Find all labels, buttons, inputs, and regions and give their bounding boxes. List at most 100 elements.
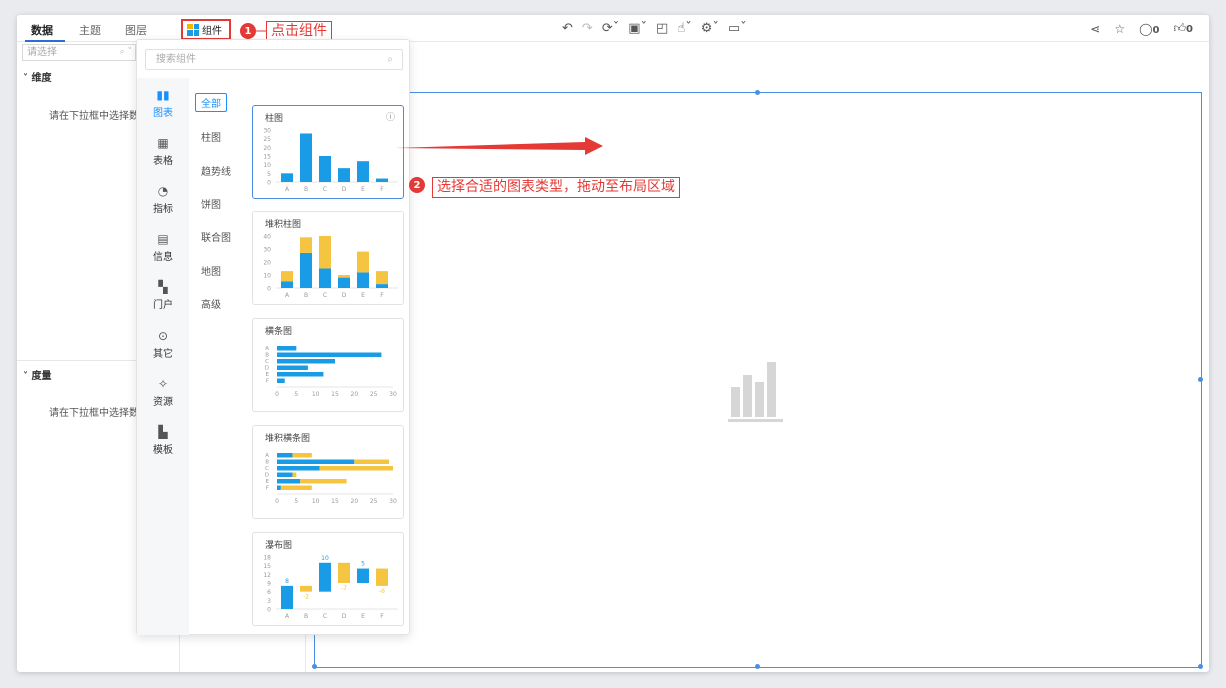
redo-icon[interactable]: ↷: [582, 21, 593, 36]
subcategory-combo[interactable]: 联合图: [201, 229, 231, 244]
undo-icon[interactable]: ↶: [562, 21, 573, 36]
x-tick-label: B: [304, 613, 308, 620]
stacked-bar-segment: [300, 252, 312, 288]
waterfall-bar: [319, 562, 331, 592]
subcategory-map[interactable]: 地图: [201, 263, 221, 278]
stacked-bar-segment: [319, 268, 331, 288]
hbar: [277, 378, 285, 383]
chart-card-waterfall[interactable]: 18 15 12 9 6 3 0 A B C D E F 8 -2 10 -7 5 -6 瀑布图: [252, 532, 404, 626]
info-icon[interactable]: ⓘ: [386, 110, 395, 123]
y-tick-label: 30: [263, 247, 271, 254]
comment-button[interactable]: ◯0: [1139, 22, 1159, 36]
settings-icon[interactable]: ⚙ˇ: [701, 21, 719, 36]
like-count: 0: [1186, 24, 1193, 35]
stacked-hbar-segment: [292, 472, 297, 477]
placeholder-chart-base: [728, 419, 783, 422]
y-tick-label: 5: [267, 171, 271, 178]
hbar: [277, 352, 382, 357]
category-portal[interactable]: ▚ 门户: [137, 280, 189, 311]
resize-handle-bottom[interactable]: [755, 664, 760, 669]
waterfall-bar: [281, 585, 293, 609]
category-label: 表格: [153, 156, 173, 167]
data-label: 8: [285, 578, 289, 585]
preview-icon[interactable]: ◰: [656, 21, 668, 36]
y-tick-label: 12: [263, 572, 271, 579]
category-label: 信息: [153, 252, 173, 263]
subcategory-bar[interactable]: 柱图: [201, 129, 221, 144]
star-icon[interactable]: ☆: [1114, 22, 1125, 36]
resize-handle-bottom-left[interactable]: [312, 664, 317, 669]
stacked-bar-segment: [338, 277, 350, 288]
resize-handle-corner[interactable]: [1198, 664, 1203, 669]
data-label: 10: [321, 555, 329, 562]
monitor-icon[interactable]: ▭ˇ: [728, 21, 747, 36]
like-button[interactable]: 👍︎0: [1173, 21, 1193, 36]
x-tick-label: E: [361, 613, 365, 620]
stacked-bar-segment: [300, 237, 312, 253]
card-title: 柱图: [265, 114, 284, 124]
x-tick-label: 5: [294, 498, 298, 505]
chart-card-stacked-bar[interactable]: 40 30 20 10 0 A B C D E F 堆积柱图: [252, 211, 404, 305]
annotation-callout-2: 选择合适的图表类型，拖动至布局区域: [432, 177, 680, 198]
stacked-bar-segment: [357, 272, 369, 288]
category-info[interactable]: ▤ 信息: [137, 232, 189, 263]
x-tick-label: A: [285, 186, 290, 193]
component-button[interactable]: 组件: [181, 19, 231, 40]
template-icon: ▙: [158, 425, 168, 439]
tab-data[interactable]: 数据: [31, 22, 53, 38]
y-tick-label: 3: [267, 598, 271, 605]
component-search-input[interactable]: 搜索组件 ⌕: [145, 49, 403, 70]
waterfall-bar: [357, 568, 369, 583]
dimension-title[interactable]: ˅ 维度: [23, 69, 51, 84]
category-column: ▮▮ 图表 ▦ 表格 ◔ 指标 ▤ 信息 ▚ 门户 ⊙ 其它 ✧ 资源 ▙ 模板: [137, 78, 189, 635]
stacked-bar-segment: [376, 271, 388, 285]
subcategory-all[interactable]: 全部: [195, 93, 227, 112]
chart-card-bar[interactable]: 30 25 20 15 10 5 0 A B C D E F 柱图 ⓘ: [252, 105, 404, 199]
chart-card-hbar[interactable]: A B C D E F 0 5 10 15 20 25 30 横条图: [252, 318, 404, 412]
category-template[interactable]: ▙ 模板: [137, 425, 189, 456]
x-tick-label: 20: [351, 391, 359, 398]
y-tick-label: 15: [263, 563, 271, 570]
y-tick-label: 10: [263, 273, 271, 280]
stacked-bar-segment: [357, 251, 369, 273]
dataset-select[interactable]: 请选择 ⌕ ˅: [22, 44, 136, 61]
refresh-icon[interactable]: ⟳ˇ: [602, 21, 619, 36]
category-chart[interactable]: ▮▮ 图表: [137, 88, 189, 119]
waterfall-bar: [300, 585, 312, 592]
subcategory-advanced[interactable]: 高级: [201, 296, 221, 311]
y-tick-label: 40: [263, 234, 271, 241]
category-table[interactable]: ▦ 表格: [137, 136, 189, 167]
y-tick-label: 6: [267, 589, 271, 596]
hbar: [277, 365, 308, 370]
resize-handle-right[interactable]: [1198, 377, 1203, 382]
tab-layers[interactable]: 图层: [125, 22, 147, 38]
subcategory-trend[interactable]: 趋势线: [201, 163, 231, 178]
y-tick-label: F: [266, 486, 269, 492]
category-other[interactable]: ⊙ 其它: [137, 329, 189, 360]
top-bar: 数据 主题 图层 组件 ↶ ↷ ⟳ˇ ▣ˇ ◰ ☝ˇ ⚙ˇ ▭ˇ ⋖ ☆ ◯0 …: [17, 15, 1209, 42]
resize-handle-top[interactable]: [755, 90, 760, 95]
stacked-bar-segment: [281, 281, 293, 288]
y-tick-label: C: [265, 359, 269, 365]
drag-arrow: [395, 137, 603, 155]
category-metric[interactable]: ◔ 指标: [137, 184, 189, 215]
x-tick-label: F: [380, 292, 384, 299]
waterfall-bar: [338, 562, 350, 583]
chart-card-stacked-hbar[interactable]: A B C D E F 0 5 10 15 20 25 30 堆积横条图: [252, 425, 404, 519]
hand-icon[interactable]: ☝ˇ: [677, 21, 691, 36]
y-tick-label: B: [265, 460, 269, 466]
stacked-hbar-segment: [277, 479, 301, 484]
card-title: 堆积横条图: [265, 434, 311, 444]
subcategory-pie[interactable]: 饼图: [201, 196, 221, 211]
measure-title[interactable]: ˅ 度量: [23, 367, 51, 382]
stacked-bar-segment: [319, 236, 331, 269]
x-tick-label: 15: [331, 391, 339, 398]
save-icon[interactable]: ▣ˇ: [628, 21, 647, 36]
category-resource[interactable]: ✧ 资源: [137, 377, 189, 408]
data-label: -6: [379, 588, 385, 595]
tab-theme[interactable]: 主题: [79, 22, 101, 38]
toolbar-right: ⋖ ☆ ◯0 👍︎0: [1090, 21, 1193, 36]
y-tick-label: F: [266, 379, 269, 385]
share-icon[interactable]: ⋖: [1090, 22, 1100, 36]
x-tick-label: C: [323, 292, 327, 299]
